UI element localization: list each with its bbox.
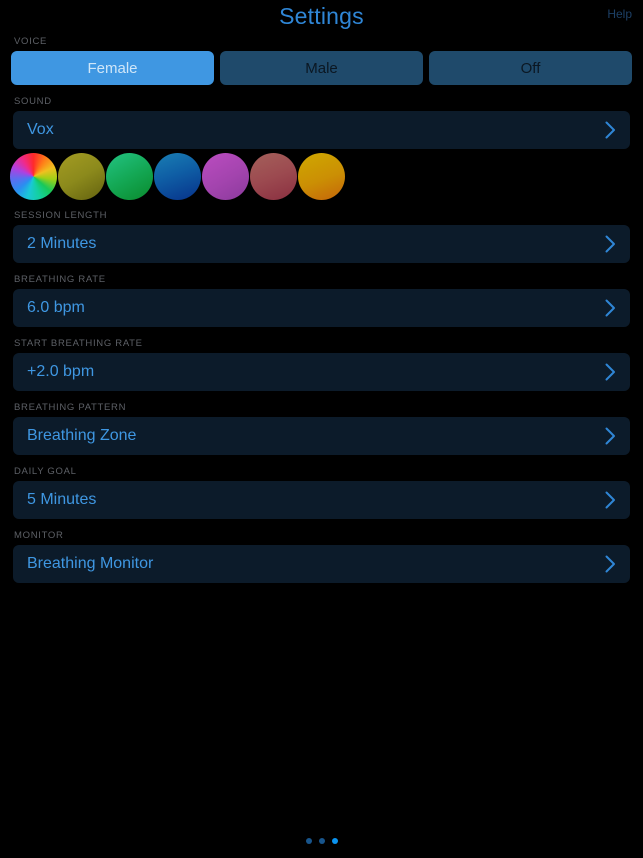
monitor-row[interactable]: Breathing Monitor [13, 545, 630, 583]
breathing-pattern-label: BREATHING PATTERN [14, 402, 127, 413]
page-dot-2[interactable] [318, 838, 325, 844]
page-dot-1[interactable] [305, 838, 312, 844]
start-breathing-rate-row[interactable]: +2.0 bpm [13, 353, 630, 391]
daily-goal-label: DAILY GOAL [14, 466, 77, 477]
swatch-magenta[interactable] [202, 153, 249, 200]
daily-goal-value: 5 Minutes [27, 491, 97, 508]
daily-goal-row[interactable]: 5 Minutes [13, 481, 630, 519]
session-length-value: 2 Minutes [27, 235, 97, 252]
monitor-value: Breathing Monitor [27, 555, 154, 572]
voice-section-label: VOICE [14, 36, 48, 47]
swatch-blue[interactable] [154, 153, 201, 200]
page-title: Settings [279, 3, 364, 29]
sound-color-swatches [0, 149, 643, 200]
chevron-right-icon [605, 491, 616, 509]
breathing-rate-section: BREATHING RATE 6.0 bpm [0, 274, 643, 327]
chevron-right-icon [605, 299, 616, 317]
swatch-rainbow[interactable] [10, 153, 57, 200]
swatch-olive[interactable] [58, 153, 105, 200]
breathing-rate-value: 6.0 bpm [27, 299, 85, 316]
sound-value: Vox [27, 121, 54, 138]
voice-option-off[interactable]: Off [429, 51, 632, 85]
sound-row[interactable]: Vox [13, 111, 630, 149]
breathing-rate-row[interactable]: 6.0 bpm [13, 289, 630, 327]
session-length-label: SESSION LENGTH [14, 210, 108, 221]
session-length-section: SESSION LENGTH 2 Minutes [0, 210, 643, 263]
voice-section: VOICE Female Male Off [0, 36, 643, 85]
app-header: Settings Help [0, 0, 643, 36]
breathing-pattern-row[interactable]: Breathing Zone [13, 417, 630, 455]
monitor-label: MONITOR [14, 530, 64, 541]
chevron-right-icon [605, 427, 616, 445]
page-dot-3[interactable] [331, 838, 338, 844]
voice-option-female[interactable]: Female [11, 51, 214, 85]
chevron-right-icon [605, 555, 616, 573]
breathing-pattern-value: Breathing Zone [27, 427, 137, 444]
page-indicator [0, 838, 643, 844]
chevron-right-icon [605, 235, 616, 253]
chevron-right-icon [605, 363, 616, 381]
breathing-pattern-section: BREATHING PATTERN Breathing Zone [0, 402, 643, 455]
voice-option-male[interactable]: Male [220, 51, 423, 85]
start-breathing-rate-section: START BREATHING RATE +2.0 bpm [0, 338, 643, 391]
help-link[interactable]: Help [607, 6, 632, 22]
chevron-right-icon [605, 121, 616, 139]
swatch-brick[interactable] [250, 153, 297, 200]
voice-segmented-control: Female Male Off [0, 51, 643, 85]
sound-section-label: SOUND [14, 96, 52, 107]
session-length-row[interactable]: 2 Minutes [13, 225, 630, 263]
swatch-green[interactable] [106, 153, 153, 200]
swatch-gold[interactable] [298, 153, 345, 200]
sound-section: SOUND Vox [0, 96, 643, 200]
breathing-rate-label: BREATHING RATE [14, 274, 106, 285]
daily-goal-section: DAILY GOAL 5 Minutes [0, 466, 643, 519]
monitor-section: MONITOR Breathing Monitor [0, 530, 643, 583]
start-breathing-rate-label: START BREATHING RATE [14, 338, 143, 349]
start-breathing-rate-value: +2.0 bpm [27, 363, 95, 380]
